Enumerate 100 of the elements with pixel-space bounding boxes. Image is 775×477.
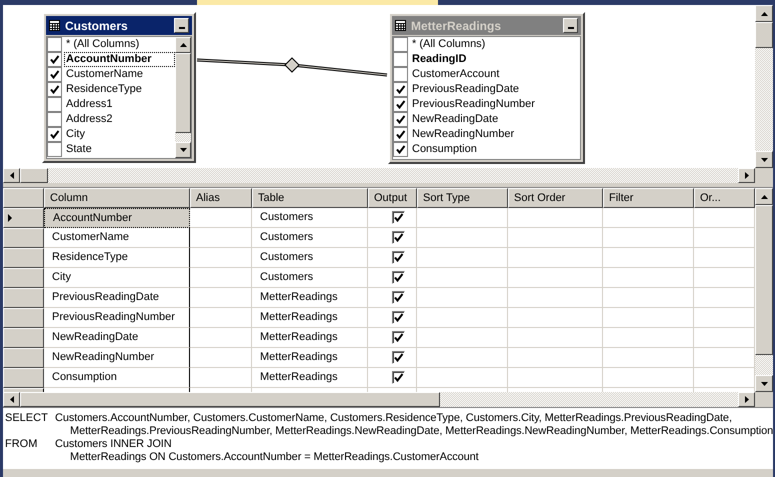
table-cell[interactable]: MetterReadings: [252, 368, 368, 388]
table-cell[interactable]: [190, 368, 252, 388]
column-label[interactable]: NewReadingDate: [410, 112, 500, 127]
table-cell[interactable]: [368, 248, 417, 268]
checkbox[interactable]: [47, 112, 62, 127]
scroll-thumb[interactable]: [20, 392, 440, 407]
table-cell[interactable]: [417, 348, 508, 368]
checkbox[interactable]: [393, 82, 408, 97]
column-header[interactable]: Or...: [694, 188, 755, 208]
checkbox[interactable]: [392, 331, 405, 344]
scroll-right-button[interactable]: [738, 168, 755, 183]
column-label[interactable]: City: [64, 127, 87, 142]
table-cell[interactable]: [190, 288, 252, 308]
table-cell[interactable]: MetterReadings: [252, 348, 368, 368]
table-cell[interactable]: [508, 308, 603, 328]
table-cell[interactable]: [368, 268, 417, 288]
scroll-right-button[interactable]: [738, 392, 755, 407]
column-label[interactable]: ReadingID: [410, 52, 468, 67]
checkbox[interactable]: [392, 351, 405, 364]
column-label[interactable]: CustomerAccount: [410, 67, 502, 82]
title-bar[interactable]: Customers: [46, 16, 192, 35]
table-cell[interactable]: ResidenceType: [44, 248, 190, 268]
row-header[interactable]: [3, 368, 44, 388]
row-header[interactable]: [3, 348, 44, 368]
checkbox[interactable]: [392, 231, 405, 244]
row-header[interactable]: [3, 228, 44, 248]
table-box[interactable]: MetterReadings * (All Columns) ReadingID CustomerAccount PreviousReadingDate PreviousReadingNumber NewReadingDate NewReadingNumber Consumption: [388, 12, 585, 164]
column-label[interactable]: CustomerName: [64, 67, 146, 82]
table-cell[interactable]: Consumption: [44, 368, 190, 388]
minimize-button[interactable]: [174, 18, 189, 33]
column-header[interactable]: Alias: [190, 188, 252, 208]
row-header[interactable]: [3, 308, 44, 328]
column-label[interactable]: State: [64, 142, 94, 157]
table-cell[interactable]: PreviousReadingDate: [44, 288, 190, 308]
table-cell[interactable]: [417, 248, 508, 268]
table-cell[interactable]: CustomerName: [44, 228, 190, 248]
column-label[interactable]: PreviousReadingDate: [410, 82, 522, 97]
table-cell[interactable]: [417, 208, 508, 228]
checkbox[interactable]: [393, 142, 408, 157]
table-cell[interactable]: [508, 368, 603, 388]
table-cell[interactable]: AccountNumber: [44, 208, 190, 228]
column-label[interactable]: Address1: [64, 97, 114, 112]
checkbox[interactable]: [393, 112, 408, 127]
checkbox[interactable]: [393, 37, 408, 52]
table-cell[interactable]: MetterReadings: [252, 288, 368, 308]
scroll-up-button[interactable]: [755, 188, 773, 205]
row-header[interactable]: [3, 248, 44, 268]
row-header[interactable]: [3, 208, 44, 228]
checkbox[interactable]: [392, 251, 405, 264]
column-label[interactable]: ResidenceType: [64, 82, 144, 97]
checkbox[interactable]: [47, 52, 62, 67]
table-cell[interactable]: [603, 348, 694, 368]
table-cell[interactable]: MetterReadings: [252, 328, 368, 348]
table-cell[interactable]: [508, 348, 603, 368]
table-cell[interactable]: [603, 368, 694, 388]
table-cell[interactable]: [190, 268, 252, 288]
checkbox[interactable]: [47, 82, 62, 97]
table-cell[interactable]: [603, 268, 694, 288]
checkbox[interactable]: [47, 142, 62, 157]
column-header[interactable]: Sort Type: [417, 188, 508, 208]
scroll-thumb[interactable]: [20, 168, 48, 183]
checkbox[interactable]: [392, 211, 405, 224]
column-label[interactable]: Consumption: [410, 142, 479, 157]
table-cell[interactable]: City: [44, 268, 190, 288]
table-cell[interactable]: Customers: [252, 268, 368, 288]
table-cell[interactable]: [508, 248, 603, 268]
column-label[interactable]: Address2: [64, 112, 114, 127]
table-cell[interactable]: [190, 228, 252, 248]
checkbox[interactable]: [392, 291, 405, 304]
table-cell[interactable]: NewReadingDate: [44, 328, 190, 348]
checkbox[interactable]: [393, 67, 408, 82]
table-cell[interactable]: [508, 228, 603, 248]
table-cell[interactable]: [368, 228, 417, 248]
checkbox[interactable]: [392, 271, 405, 284]
table-cell[interactable]: [508, 208, 603, 228]
checkbox[interactable]: [392, 371, 405, 384]
scroll-thumb[interactable]: [755, 205, 773, 355]
scroll-thumb[interactable]: [175, 53, 191, 133]
table-cell[interactable]: [368, 308, 417, 328]
table-cell[interactable]: Customers: [252, 228, 368, 248]
table-cell[interactable]: [508, 328, 603, 348]
scroll-down-button[interactable]: [175, 142, 191, 158]
table-cell[interactable]: [417, 308, 508, 328]
table-cell[interactable]: [190, 208, 252, 228]
table-cell[interactable]: [603, 248, 694, 268]
checkbox[interactable]: [47, 127, 62, 142]
column-header[interactable]: Sort Order: [508, 188, 603, 208]
column-label[interactable]: * (All Columns): [410, 37, 488, 52]
column-header[interactable]: Output: [368, 188, 417, 208]
scroll-up-button[interactable]: [175, 37, 191, 53]
checkbox[interactable]: [393, 127, 408, 142]
table-cell[interactable]: [603, 228, 694, 248]
table-cell[interactable]: [368, 348, 417, 368]
scroll-left-button[interactable]: [3, 392, 20, 407]
column-header[interactable]: Column: [44, 188, 190, 208]
scroll-up-button[interactable]: [755, 5, 773, 22]
row-header[interactable]: [3, 268, 44, 288]
checkbox[interactable]: [47, 67, 62, 82]
table-cell[interactable]: [368, 208, 417, 228]
table-cell[interactable]: NewReadingNumber: [44, 348, 190, 368]
